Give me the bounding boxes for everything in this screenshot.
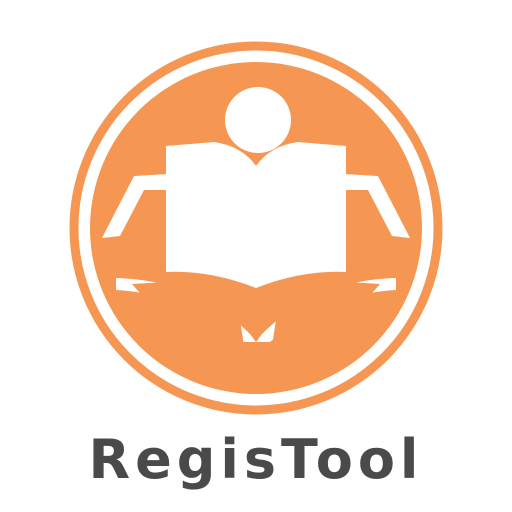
app-name-wordmark: RegisTool: [88, 428, 424, 491]
reading-person-book-icon: [69, 41, 443, 415]
reader-head: [225, 87, 291, 153]
splash-screen: RegisTool: [0, 0, 512, 512]
